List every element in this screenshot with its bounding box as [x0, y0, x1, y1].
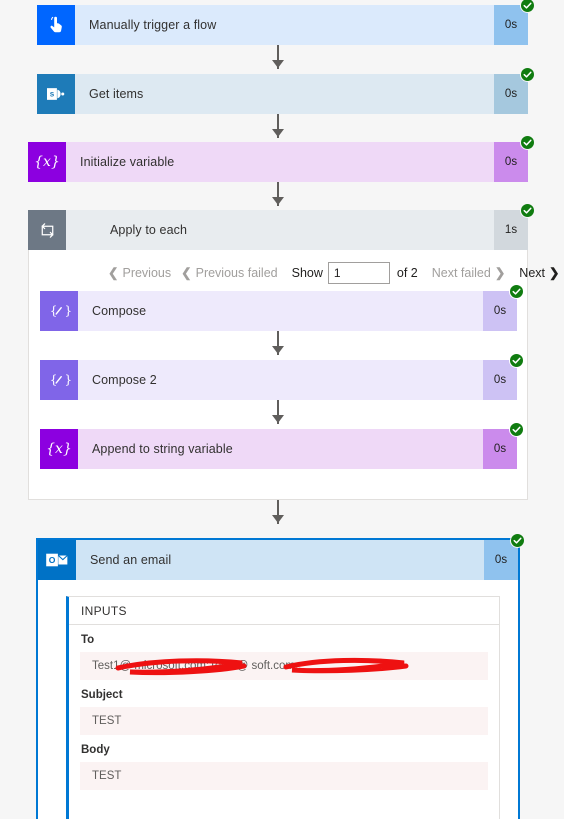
pagination-previous-button[interactable]: ❮ Previous	[108, 266, 171, 280]
field-value-to-text: Test1@ microsoft.com;Test2@ soft.com;;	[92, 660, 302, 672]
compose-pencil-icon: { }	[40, 291, 78, 331]
field-label-body: Body	[81, 744, 110, 756]
flow-step-compose[interactable]: { } Compose 0s	[40, 284, 524, 331]
flow-run-canvas: Manually trigger a flow 0s s Get items 0…	[0, 0, 564, 819]
chevron-right-icon: ❯	[549, 265, 560, 280]
connector-arrow	[272, 197, 284, 205]
field-value-body: TEST	[80, 762, 488, 790]
loop-repeat-icon	[28, 210, 66, 250]
chevron-right-icon: ❯	[494, 265, 506, 280]
flow-step-get-items[interactable]: s Get items 0s	[37, 67, 535, 114]
field-value-to: Test1@ microsoft.com;Test2@ soft.com;;	[80, 652, 488, 680]
svg-text:}: }	[65, 373, 71, 387]
svg-text:s: s	[50, 90, 55, 99]
sharepoint-icon: s	[37, 74, 75, 114]
outlook-icon: O	[38, 540, 76, 580]
flow-step-append-to-string-variable[interactable]: {x} Append to string variable 0s	[40, 422, 524, 469]
flow-step-title: Compose 2	[78, 360, 483, 400]
pagination-next-failed-button[interactable]: Next failed ❯	[432, 266, 506, 280]
pagination-next-button[interactable]: Next ❯	[519, 266, 559, 280]
svg-text:}: }	[65, 304, 71, 318]
flow-step-title: Compose	[78, 291, 483, 331]
pagination-previous-failed-label: Previous failed	[195, 266, 278, 280]
flow-step-title: Manually trigger a flow	[75, 5, 494, 45]
connector-arrow	[272, 129, 284, 137]
scope-pagination[interactable]: ❮ Previous ❮ Previous failed Show of 2 N…	[108, 262, 559, 284]
pagination-page-input[interactable]	[327, 262, 390, 284]
flow-step-title: Get items	[75, 74, 494, 114]
variable-braces-icon: {x}	[40, 429, 78, 469]
connector-arrow	[272, 515, 284, 523]
svg-text:{: {	[50, 304, 58, 318]
status-badge-succeeded	[520, 135, 535, 150]
variable-glyph: {x}	[34, 154, 60, 170]
flow-step-title: Append to string variable	[78, 429, 483, 469]
compose-pencil-icon: { }	[40, 360, 78, 400]
variable-glyph: {x}	[46, 441, 72, 457]
status-badge-succeeded	[520, 0, 535, 13]
variable-braces-icon: {x}	[28, 142, 66, 182]
status-badge-succeeded	[509, 422, 524, 437]
flow-step-manual-trigger[interactable]: Manually trigger a flow 0s	[37, 0, 535, 45]
pagination-show-label: Show	[291, 266, 323, 280]
flow-step-send-an-email-header[interactable]: O Send an email 0s	[38, 533, 525, 580]
svg-text:O: O	[49, 555, 56, 565]
field-label-to: To	[81, 634, 95, 646]
flow-step-compose-2[interactable]: { } Compose 2 0s	[40, 353, 524, 400]
pagination-previous-label: Previous	[122, 266, 172, 280]
field-label-subject: Subject	[81, 689, 123, 701]
connector-arrow	[272, 346, 284, 354]
pagination-of-label: of 2	[396, 266, 418, 280]
flow-step-title: Apply to each	[66, 210, 494, 250]
status-badge-succeeded	[509, 284, 524, 299]
pagination-previous-failed-button[interactable]: ❮ Previous failed	[181, 266, 277, 280]
chevron-left-icon: ❮	[181, 265, 192, 280]
flow-step-initialize-variable[interactable]: {x} Initialize variable 0s	[28, 135, 535, 182]
send-an-email-card[interactable]: O Send an email 0s INPUTS To Test1@ micr…	[36, 533, 525, 819]
pagination-next-label: Next	[519, 266, 545, 280]
hand-tap-icon	[37, 5, 75, 45]
status-badge-succeeded	[509, 353, 524, 368]
flow-step-title: Initialize variable	[66, 142, 494, 182]
status-badge-succeeded	[510, 533, 525, 548]
inputs-panel-header: INPUTS	[69, 597, 499, 625]
chevron-left-icon: ❮	[108, 265, 119, 280]
flow-step-title: Send an email	[76, 540, 484, 580]
svg-text:{: {	[50, 373, 58, 387]
status-badge-succeeded	[520, 203, 535, 218]
field-value-subject: TEST	[80, 707, 488, 735]
flow-step-apply-to-each[interactable]: Apply to each 1s	[28, 203, 535, 250]
pagination-next-failed-label: Next failed	[431, 266, 491, 280]
connector-arrow	[272, 415, 284, 423]
inputs-panel: INPUTS To Test1@ microsoft.com;Test2@ so…	[66, 596, 500, 819]
status-badge-succeeded	[520, 67, 535, 82]
connector-arrow	[272, 60, 284, 68]
